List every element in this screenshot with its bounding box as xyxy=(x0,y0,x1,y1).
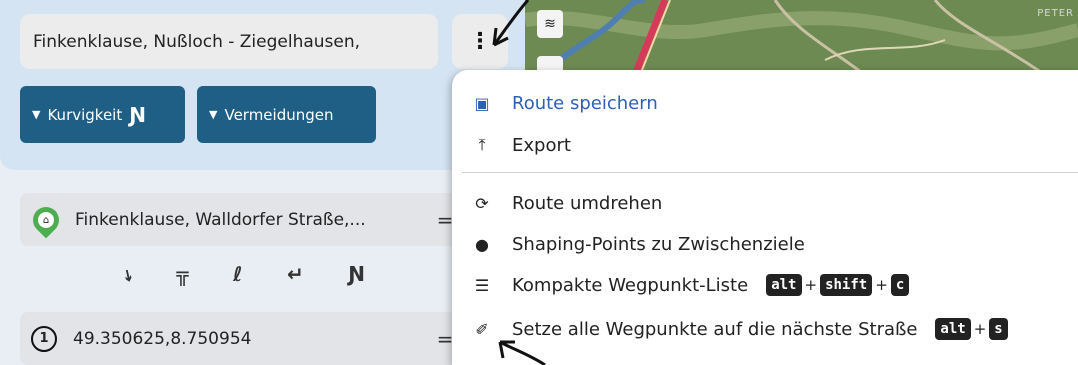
annotation-arrows xyxy=(492,0,546,365)
